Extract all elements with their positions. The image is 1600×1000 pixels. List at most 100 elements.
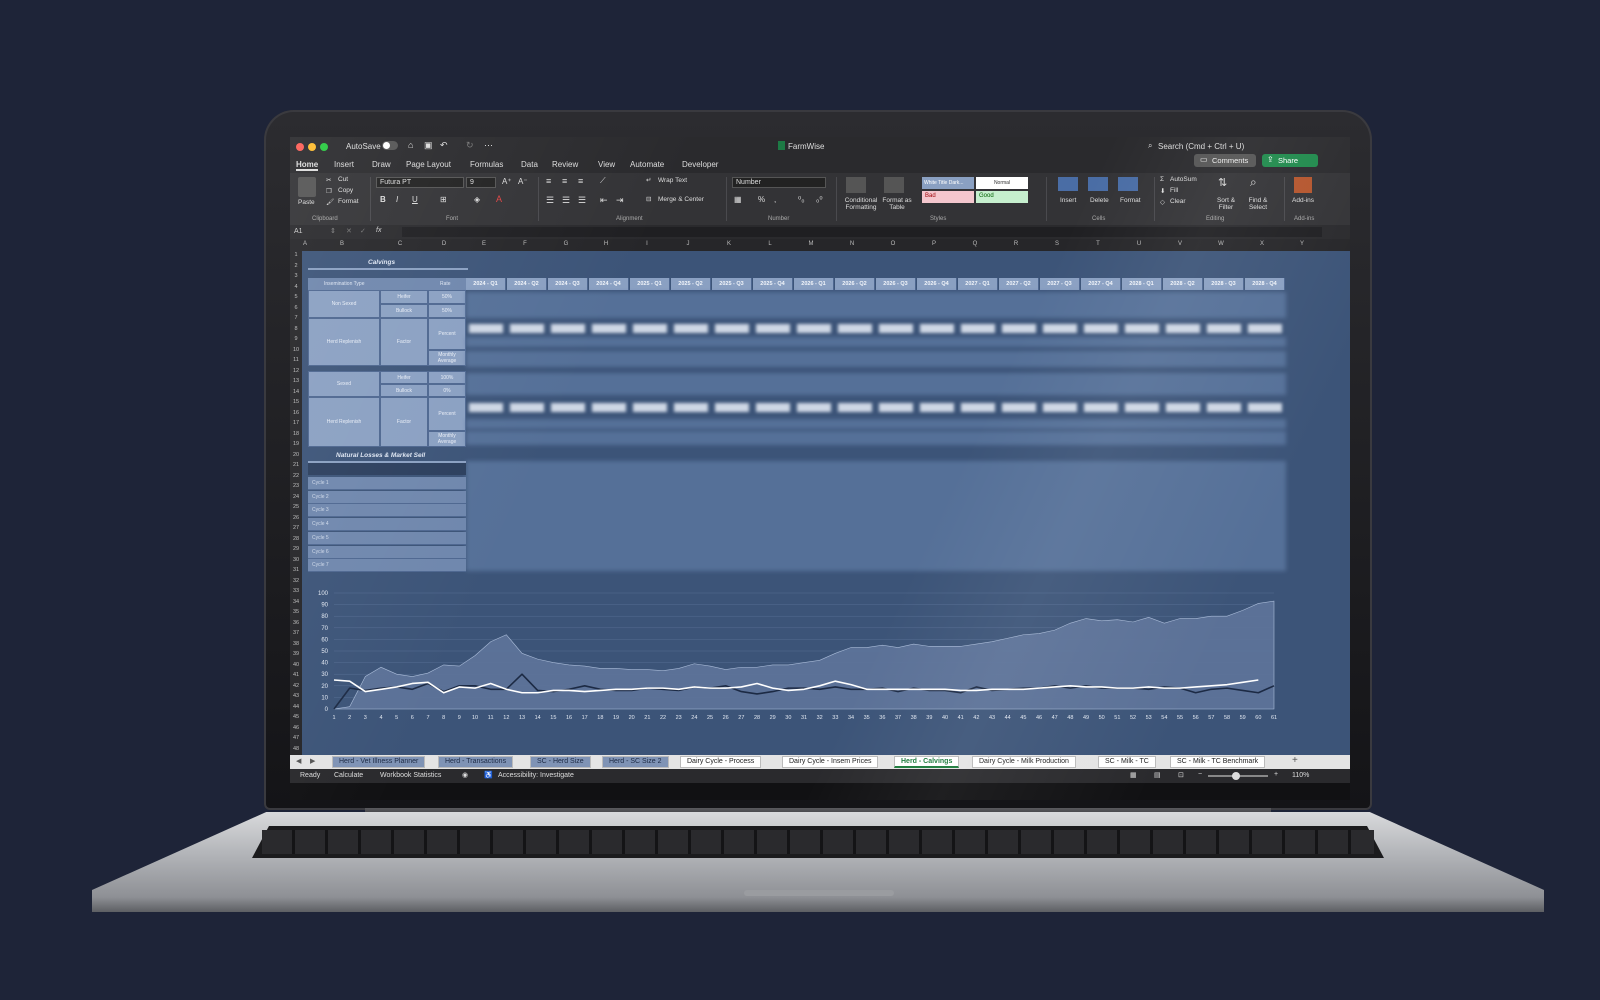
zoom-slider-thumb[interactable]: [1232, 772, 1240, 780]
column-header-c[interactable]: C: [376, 241, 424, 247]
row-header-9[interactable]: 9: [290, 336, 302, 342]
save-icon[interactable]: ▣: [424, 140, 433, 151]
row-header-26[interactable]: 26: [290, 515, 302, 521]
row-header-41[interactable]: 41: [290, 672, 302, 678]
font-name-select[interactable]: Futura PT: [376, 177, 464, 188]
row-header-12[interactable]: 12: [290, 368, 302, 374]
sheet-tab[interactable]: Dairy Cycle - Insem Prices: [782, 756, 879, 768]
ribbon-tab-home[interactable]: Home: [296, 160, 319, 171]
cycle-row[interactable]: Cycle 3: [308, 504, 466, 518]
row-header-5[interactable]: 5: [290, 294, 302, 300]
add-sheet-icon[interactable]: +: [1292, 755, 1298, 766]
cycle-row[interactable]: Cycle 7: [308, 559, 466, 573]
row-header-4[interactable]: 4: [290, 284, 302, 290]
ns-percent-cell[interactable]: Percent: [428, 318, 466, 350]
row-header-7[interactable]: 7: [290, 315, 302, 321]
style-white-title[interactable]: White Title Dark...: [922, 177, 974, 189]
row-header-43[interactable]: 43: [290, 693, 302, 699]
ribbon-tab-page-layout[interactable]: Page Layout: [406, 160, 451, 169]
ribbon-tab-insert[interactable]: Insert: [334, 160, 354, 169]
s-percent-cell[interactable]: Percent: [428, 397, 466, 431]
ribbon-tab-automate[interactable]: Automate: [630, 160, 664, 169]
row-header-42[interactable]: 42: [290, 683, 302, 689]
conditional-formatting-button[interactable]: Conditional Formatting: [842, 197, 880, 211]
sheet-tab[interactable]: Herd - Vet Illness Planner: [332, 756, 426, 768]
undo-icon[interactable]: ↶: [440, 140, 448, 151]
row-header-23[interactable]: 23: [290, 483, 302, 489]
ns-bullock-cell[interactable]: Bullock: [380, 304, 428, 318]
decrease-decimal-icon[interactable]: ₀⁰: [816, 195, 823, 204]
column-header-h[interactable]: H: [586, 241, 626, 247]
ns-herd-replenish-cell[interactable]: Herd Replenish: [308, 318, 380, 366]
paste-button[interactable]: Paste: [298, 199, 315, 206]
column-header-d[interactable]: D: [424, 241, 464, 247]
row-header-15[interactable]: 15: [290, 399, 302, 405]
accessibility-button[interactable]: Accessibility: Investigate: [498, 772, 574, 779]
comma-icon[interactable]: ,: [774, 195, 776, 204]
add-ins-icon[interactable]: [1294, 177, 1312, 193]
ns-bullock-rate[interactable]: 50%: [428, 304, 466, 318]
borders-icon[interactable]: ⊞: [440, 195, 447, 204]
find-select-button[interactable]: Find & Select: [1244, 197, 1272, 211]
row-header-21[interactable]: 21: [290, 462, 302, 468]
ribbon-tab-review[interactable]: Review: [552, 160, 578, 169]
sheet-tab[interactable]: SC - Milk - TC: [1098, 756, 1156, 768]
row-header-13[interactable]: 13: [290, 378, 302, 384]
row-header-37[interactable]: 37: [290, 630, 302, 636]
cancel-icon[interactable]: ✕: [346, 227, 352, 235]
column-header-e[interactable]: E: [464, 241, 504, 247]
row-header-36[interactable]: 36: [290, 620, 302, 626]
calculate-button[interactable]: Calculate: [334, 772, 363, 779]
minimize-window-button[interactable]: [308, 143, 316, 151]
column-header-f[interactable]: F: [504, 241, 546, 247]
format-cells-button[interactable]: Format: [1120, 197, 1141, 204]
redo-icon[interactable]: ↻: [466, 140, 474, 151]
row-header-17[interactable]: 17: [290, 420, 302, 426]
row-header-35[interactable]: 35: [290, 609, 302, 615]
ribbon-tab-formulas[interactable]: Formulas: [470, 160, 503, 169]
sheet-tab[interactable]: Herd - Transactions: [438, 756, 514, 768]
increase-decimal-icon[interactable]: ⁰₀: [798, 195, 805, 204]
row-header-19[interactable]: 19: [290, 441, 302, 447]
row-header-38[interactable]: 38: [290, 641, 302, 647]
row-header-27[interactable]: 27: [290, 525, 302, 531]
s-bullock-cell[interactable]: Bullock: [380, 384, 428, 397]
fill-color-icon[interactable]: ◈: [474, 195, 480, 204]
row-header-18[interactable]: 18: [290, 431, 302, 437]
style-bad[interactable]: Bad: [922, 191, 974, 203]
sheet-tab[interactable]: Dairy Cycle - Milk Production: [972, 756, 1076, 768]
cycle-row[interactable]: Cycle 1: [308, 477, 466, 490]
workbook-statistics-button[interactable]: Workbook Statistics: [380, 772, 441, 779]
row-header-14[interactable]: 14: [290, 389, 302, 395]
cycle-row[interactable]: Cycle 6: [308, 545, 466, 559]
page-break-icon[interactable]: ⊡: [1178, 771, 1184, 779]
delete-cells-icon[interactable]: [1088, 177, 1108, 191]
next-sheet-icon[interactable]: ▶: [310, 757, 315, 765]
ns-monthly-average-cell[interactable]: Monthly Average: [428, 350, 466, 366]
row-header-2[interactable]: 2: [290, 263, 302, 269]
format-cells-icon[interactable]: [1118, 177, 1138, 191]
merge-center-button[interactable]: Merge & Center: [658, 196, 704, 203]
orientation-icon[interactable]: ⟋: [600, 176, 606, 186]
percent-icon[interactable]: %: [758, 195, 765, 204]
more-icon[interactable]: ⋯: [484, 140, 493, 151]
fill-button[interactable]: Fill: [1170, 187, 1178, 194]
row-header-28[interactable]: 28: [290, 536, 302, 542]
increase-font-icon[interactable]: A⁺: [502, 177, 512, 186]
column-header-p[interactable]: P: [914, 241, 954, 247]
formula-input[interactable]: [402, 227, 1322, 237]
column-header-r[interactable]: R: [996, 241, 1036, 247]
format-as-table-icon[interactable]: [884, 177, 904, 193]
row-header-20[interactable]: 20: [290, 452, 302, 458]
s-monthly-average-cell[interactable]: Monthly Average: [428, 431, 466, 447]
format-as-table-button[interactable]: Format as Table: [882, 197, 912, 211]
row-header-31[interactable]: 31: [290, 567, 302, 573]
sheet-tab[interactable]: SC - Milk - TC Benchmark: [1170, 756, 1266, 768]
delete-cells-button[interactable]: Delete: [1090, 197, 1109, 204]
font-color-icon[interactable]: A: [496, 194, 502, 204]
share-button[interactable]: ⇪ Share: [1262, 154, 1318, 167]
row-header-10[interactable]: 10: [290, 347, 302, 353]
prev-sheet-icon[interactable]: ◀: [296, 757, 301, 765]
row-header-25[interactable]: 25: [290, 504, 302, 510]
row-header-16[interactable]: 16: [290, 410, 302, 416]
